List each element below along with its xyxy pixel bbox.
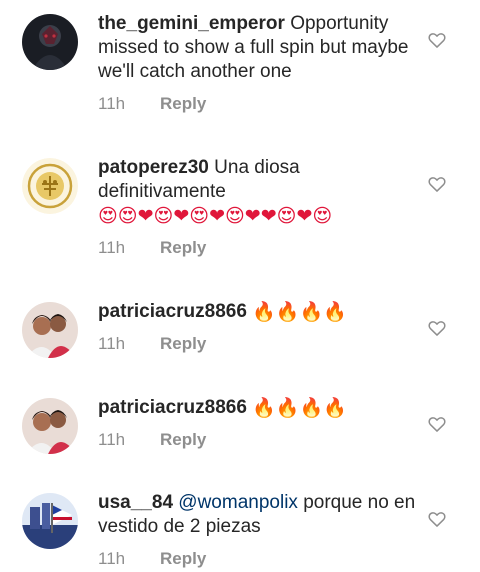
comment-emojis: 🔥🔥🔥🔥: [252, 301, 347, 323]
comment-text: patriciacruz8866 🔥🔥🔥🔥: [98, 300, 420, 324]
comment-meta: 11h Reply: [98, 237, 420, 259]
comment-meta: 11h Reply: [98, 429, 420, 451]
comment-text: the_gemini_emperor Opportunity missed to…: [98, 12, 420, 84]
reply-button[interactable]: Reply: [160, 430, 206, 449]
reply-button[interactable]: Reply: [160, 334, 206, 353]
comment-timestamp: 11h: [98, 549, 126, 568]
comment-meta: 11h Reply: [98, 93, 420, 115]
comment-username[interactable]: patoperez30: [98, 157, 209, 178]
comment-text: patriciacruz8866 🔥🔥🔥🔥: [98, 396, 420, 420]
comment-emojis: 🔥🔥🔥🔥: [252, 397, 347, 419]
comment-username[interactable]: usa__84: [98, 492, 173, 513]
comment-username[interactable]: patriciacruz8866: [98, 301, 247, 322]
reply-button[interactable]: Reply: [160, 94, 206, 113]
avatar[interactable]: [22, 14, 78, 70]
heart-outline-icon[interactable]: [427, 30, 447, 50]
avatar[interactable]: [22, 493, 78, 549]
heart-outline-icon[interactable]: [427, 174, 447, 194]
comment-text: patoperez30 Una diosa definitivamente 😍😍…: [98, 156, 420, 228]
comment-timestamp: 11h: [98, 94, 126, 113]
reply-button[interactable]: Reply: [160, 549, 206, 568]
comment-username[interactable]: the_gemini_emperor: [98, 13, 285, 34]
comment-username[interactable]: patriciacruz8866: [98, 397, 247, 418]
comment-text: usa__84 @womanpolix porque no en vestido…: [98, 491, 420, 539]
reply-button[interactable]: Reply: [160, 238, 206, 257]
comment-timestamp: 11h: [98, 334, 126, 353]
comment-meta: 11h Reply: [98, 548, 420, 570]
heart-outline-icon[interactable]: [427, 509, 447, 529]
avatar[interactable]: [22, 158, 78, 214]
comment-mention[interactable]: @womanpolix: [178, 492, 298, 513]
avatar[interactable]: [22, 398, 78, 454]
comment-emojis: 😍😍❤😍❤😍❤😍❤❤😍❤😍: [98, 205, 333, 227]
comment-timestamp: 11h: [98, 238, 126, 257]
avatar[interactable]: [22, 302, 78, 358]
heart-outline-icon[interactable]: [427, 414, 447, 434]
heart-outline-icon[interactable]: [427, 318, 447, 338]
comment-timestamp: 11h: [98, 430, 126, 449]
comment-meta: 11h Reply: [98, 333, 420, 355]
